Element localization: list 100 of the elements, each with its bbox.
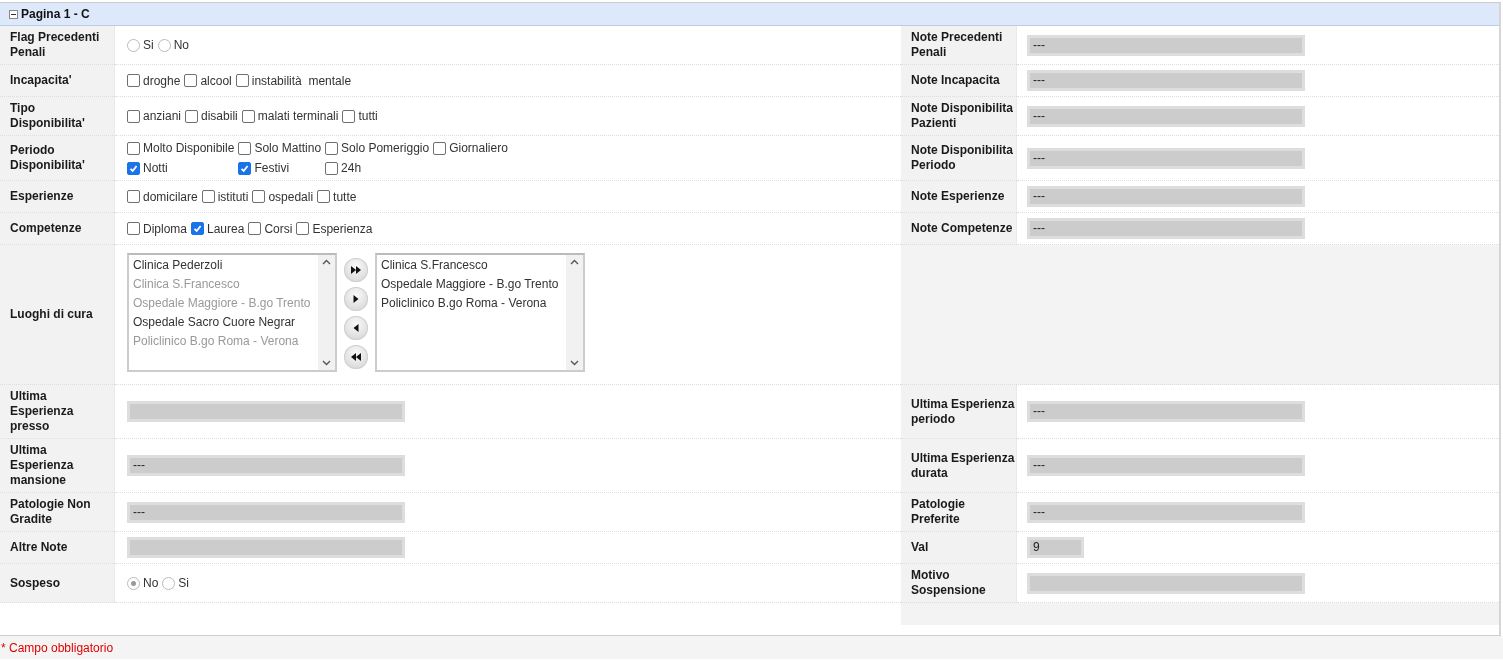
- checkbox[interactable]: [191, 222, 204, 235]
- checkbox[interactable]: [238, 161, 252, 175]
- double-left-arrow-icon: [350, 352, 362, 362]
- collapse-icon[interactable]: [9, 9, 18, 19]
- list-item[interactable]: Ospedale Maggiore - B.go Trento: [381, 275, 562, 294]
- option-label: Corsi: [264, 220, 293, 237]
- field-label: Ultima Esperienza durata: [901, 439, 1017, 493]
- radio-button[interactable]: [157, 38, 171, 52]
- option-label: Giornaliero: [449, 140, 508, 156]
- checkbox[interactable]: [325, 161, 339, 175]
- checkbox[interactable]: [185, 109, 199, 123]
- field-label: Note Esperienze: [901, 181, 1017, 213]
- radio-button[interactable]: [162, 576, 176, 590]
- option-label: Si: [143, 37, 154, 53]
- required-note: * Campo obbligatorio: [1, 640, 114, 655]
- field-label: Note Incapacita: [901, 65, 1017, 97]
- option-label: istituti: [217, 188, 249, 205]
- option-label: instabilità mentale: [251, 72, 352, 89]
- checkbox[interactable]: [433, 141, 447, 155]
- option-label: ospedali: [268, 188, 314, 205]
- option-label: No: [173, 37, 189, 53]
- option-label: droghe: [143, 72, 181, 89]
- scrollbar[interactable]: [566, 255, 583, 370]
- checkbox[interactable]: [325, 141, 339, 155]
- option-label: Esperienza: [312, 220, 373, 237]
- panel-title: Pagina 1 - C: [21, 7, 90, 21]
- checkbox[interactable]: [127, 222, 140, 235]
- checkbox[interactable]: [342, 109, 356, 123]
- field-label: Motivo Sospensione: [901, 564, 1017, 603]
- checkbox[interactable]: [127, 190, 140, 203]
- checkbox[interactable]: [248, 222, 262, 235]
- text-field[interactable]: ---: [127, 501, 405, 523]
- checkbox[interactable]: [127, 109, 140, 123]
- field-label: Note Competenze: [901, 213, 1017, 245]
- radio-button[interactable]: [127, 38, 140, 52]
- field-label: Flag Precedenti Penali: [0, 26, 115, 65]
- text-field[interactable]: ---: [1027, 105, 1305, 127]
- option-label: disabili: [201, 108, 238, 124]
- field-label: Luoghi di cura: [0, 245, 115, 385]
- option-label: malati terminali: [257, 108, 339, 124]
- option-label: No: [143, 575, 159, 591]
- text-field[interactable]: ---: [1027, 501, 1305, 523]
- option-label: Festivi: [254, 160, 290, 176]
- field-label: Competenze: [0, 213, 115, 245]
- move-all-right-button[interactable]: [344, 258, 368, 282]
- text-field[interactable]: ---: [1027, 455, 1305, 476]
- scroll-down-icon[interactable]: [570, 360, 579, 366]
- field-label: Sospeso: [0, 564, 115, 603]
- checkbox[interactable]: [317, 190, 331, 203]
- text-field[interactable]: ---: [1027, 34, 1305, 56]
- field-label: Patologie Preferite: [901, 493, 1017, 532]
- checkbox[interactable]: [252, 190, 266, 203]
- scroll-up-icon[interactable]: [570, 259, 579, 265]
- text-field[interactable]: ---: [1027, 147, 1305, 169]
- field-label: Tipo Disponibilita': [0, 97, 115, 136]
- radio-button[interactable]: [127, 576, 140, 590]
- field-label: Ultima Esperienza mansione: [0, 439, 115, 493]
- checkbox[interactable]: [201, 190, 215, 203]
- field-label: Note Precedenti Penali: [901, 26, 1017, 65]
- text-field[interactable]: ---: [1027, 218, 1305, 239]
- field-label: Esperienze: [0, 181, 115, 213]
- checkbox[interactable]: [241, 109, 255, 123]
- option-label: alcool: [200, 72, 232, 89]
- text-field[interactable]: [127, 401, 405, 422]
- list-box[interactable]: Clinica S.Francesco Ospedale Maggiore - B.go Trento Policlinico B.go Roma - Verona: [375, 253, 585, 372]
- checkbox[interactable]: [296, 222, 310, 235]
- checkbox[interactable]: [184, 74, 198, 87]
- text-field[interactable]: ---: [1027, 186, 1305, 207]
- move-right-button[interactable]: [344, 287, 368, 311]
- checkbox[interactable]: [238, 141, 252, 155]
- scroll-up-icon[interactable]: [322, 259, 331, 265]
- scroll-down-icon[interactable]: [322, 360, 331, 366]
- option-label: Laurea: [207, 220, 245, 237]
- text-field[interactable]: [127, 537, 405, 558]
- option-label: Si: [178, 575, 189, 591]
- option-label: Solo Pomeriggio: [341, 140, 430, 156]
- field-label: Ultima Esperienza presso: [0, 385, 115, 439]
- list-item[interactable]: Clinica Pederzoli: [133, 256, 314, 275]
- checkbox[interactable]: [127, 141, 140, 155]
- double-right-arrow-icon: [350, 265, 362, 275]
- field-label: Val: [901, 532, 1017, 564]
- move-all-left-button[interactable]: [344, 345, 368, 369]
- field-label: Ultima Esperienza periodo: [901, 385, 1017, 439]
- text-field[interactable]: 9: [1027, 537, 1084, 558]
- checkbox[interactable]: [127, 161, 140, 175]
- list-item[interactable]: Policlinico B.go Roma - Verona: [381, 294, 562, 313]
- option-label: Molto Disponibile: [143, 140, 235, 156]
- checkbox[interactable]: [127, 74, 140, 87]
- text-field[interactable]: ---: [1027, 401, 1305, 422]
- list-item[interactable]: Clinica S.Francesco: [381, 256, 562, 275]
- list-item[interactable]: Ospedale Sacro Cuore Negrar: [133, 313, 314, 332]
- field-label: Incapacita': [0, 65, 115, 97]
- text-field[interactable]: ---: [1027, 70, 1305, 91]
- text-field[interactable]: [1027, 572, 1305, 594]
- checkbox[interactable]: [235, 74, 249, 87]
- text-field[interactable]: ---: [127, 455, 405, 476]
- field-label: Note Disponibilita Periodo: [901, 136, 1017, 181]
- scrollbar[interactable]: [318, 255, 335, 370]
- option-label: Diploma: [143, 220, 187, 237]
- move-left-button[interactable]: [344, 316, 368, 340]
